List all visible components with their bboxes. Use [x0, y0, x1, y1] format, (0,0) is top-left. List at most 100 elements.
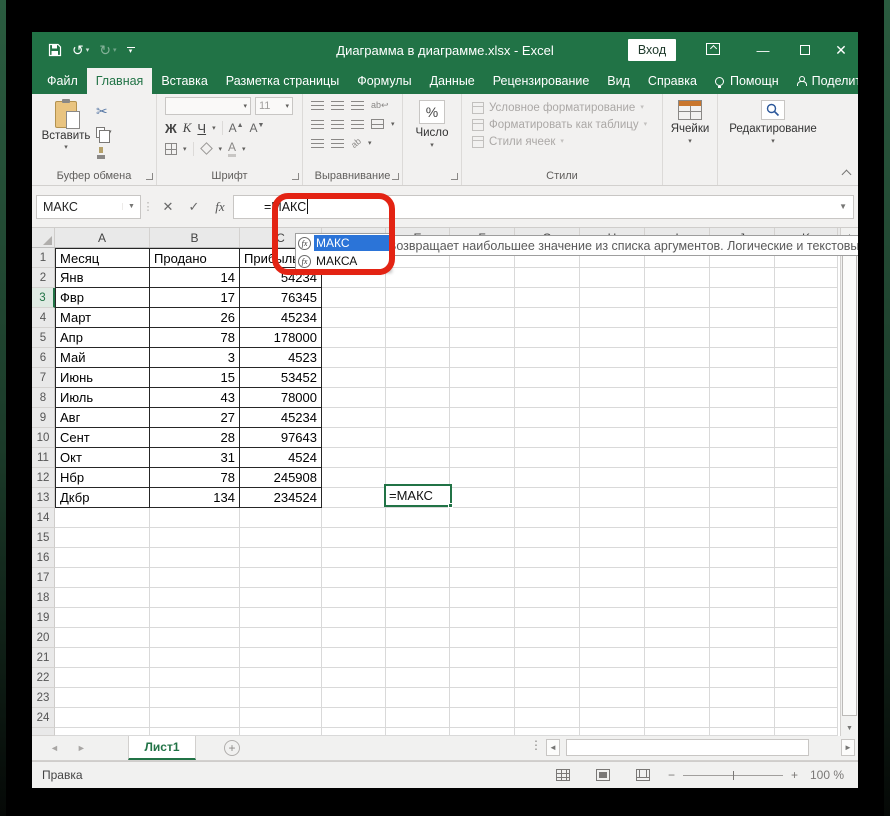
cell[interactable]	[450, 488, 515, 508]
cell[interactable]	[515, 468, 580, 488]
cell[interactable]	[322, 688, 386, 708]
cell[interactable]	[580, 568, 645, 588]
cell[interactable]	[150, 688, 240, 708]
cell[interactable]	[322, 628, 386, 648]
cell[interactable]	[645, 448, 710, 468]
cell[interactable]	[150, 548, 240, 568]
cell[interactable]	[515, 528, 580, 548]
page-layout-view-icon[interactable]	[596, 769, 610, 781]
row-header-16[interactable]: 16	[32, 548, 55, 568]
cell[interactable]	[775, 568, 838, 588]
cell[interactable]	[710, 628, 775, 648]
row-header-14[interactable]: 14	[32, 508, 55, 528]
cell[interactable]	[150, 628, 240, 648]
cell[interactable]	[450, 308, 515, 328]
cell[interactable]	[645, 408, 710, 428]
bold-button[interactable]: Ж	[165, 121, 177, 136]
cell[interactable]: 31	[150, 448, 240, 468]
cell[interactable]	[450, 548, 515, 568]
minimize-button[interactable]: —	[748, 32, 778, 68]
collapse-ribbon-icon[interactable]	[842, 169, 850, 177]
cell[interactable]	[710, 548, 775, 568]
add-sheet-button[interactable]: +	[224, 740, 240, 756]
cell[interactable]: Март	[55, 308, 150, 328]
cell[interactable]: 4523	[240, 348, 322, 368]
cell[interactable]: Апр	[55, 328, 150, 348]
cell[interactable]	[710, 368, 775, 388]
align-left-icon[interactable]	[311, 120, 324, 129]
cell[interactable]	[580, 428, 645, 448]
cell[interactable]	[386, 328, 450, 348]
row-header-23[interactable]: 23	[32, 688, 55, 708]
cell[interactable]	[580, 468, 645, 488]
cell[interactable]	[386, 508, 450, 528]
cell[interactable]	[775, 588, 838, 608]
tab-Помощн[interactable]: Помощн	[706, 68, 788, 94]
cell[interactable]	[645, 468, 710, 488]
cell[interactable]: Окт	[55, 448, 150, 468]
tab-Рецензирование[interactable]: Рецензирование	[484, 68, 599, 94]
chevron-down-icon[interactable]: ▾	[771, 138, 775, 145]
cell[interactable]: 134	[150, 488, 240, 508]
cell[interactable]	[775, 468, 838, 488]
cell[interactable]: 3	[150, 348, 240, 368]
cell[interactable]	[645, 648, 710, 668]
cell[interactable]	[240, 648, 322, 668]
align-center-icon[interactable]	[331, 120, 344, 129]
zoom-in-icon[interactable]: +	[791, 768, 798, 782]
cell[interactable]	[150, 728, 240, 736]
cell[interactable]	[645, 628, 710, 648]
font-name-combo[interactable]: ▾	[165, 97, 251, 115]
cell[interactable]	[386, 708, 450, 728]
cell[interactable]	[322, 348, 386, 368]
cell[interactable]	[515, 588, 580, 608]
cell[interactable]	[386, 428, 450, 448]
cell[interactable]	[515, 408, 580, 428]
row-header-8[interactable]: 8	[32, 388, 55, 408]
cell[interactable]	[386, 688, 450, 708]
dialog-launcher-icon[interactable]	[392, 173, 399, 180]
cell[interactable]: 26	[150, 308, 240, 328]
cell[interactable]	[645, 668, 710, 688]
cell[interactable]	[386, 448, 450, 468]
save-button[interactable]	[48, 43, 62, 57]
cell[interactable]	[645, 548, 710, 568]
cell[interactable]	[322, 548, 386, 568]
cell[interactable]	[515, 288, 580, 308]
cell[interactable]	[450, 348, 515, 368]
cell[interactable]	[515, 388, 580, 408]
cell[interactable]	[515, 268, 580, 288]
dialog-launcher-icon[interactable]	[292, 173, 299, 180]
cell[interactable]	[450, 568, 515, 588]
cell[interactable]	[240, 588, 322, 608]
cell[interactable]	[775, 348, 838, 368]
row-header-13[interactable]: 13	[32, 488, 55, 508]
cell[interactable]	[515, 508, 580, 528]
tab-Вид[interactable]: Вид	[598, 68, 639, 94]
tab-Вставка[interactable]: Вставка	[152, 68, 216, 94]
cell[interactable]	[645, 368, 710, 388]
cell[interactable]	[580, 408, 645, 428]
cell[interactable]	[240, 568, 322, 588]
cell[interactable]	[450, 508, 515, 528]
maximize-button[interactable]	[790, 32, 820, 68]
cell[interactable]	[580, 628, 645, 648]
row-header-3[interactable]: 3	[32, 288, 55, 308]
fill-color-icon[interactable]	[200, 142, 213, 155]
cell[interactable]	[710, 588, 775, 608]
scroll-right-icon[interactable]: ►	[841, 739, 855, 756]
page-break-view-icon[interactable]	[636, 769, 650, 781]
row-header-18[interactable]: 18	[32, 588, 55, 608]
cell[interactable]	[240, 548, 322, 568]
cell[interactable]	[580, 528, 645, 548]
cell[interactable]	[775, 668, 838, 688]
underline-button[interactable]: Ч	[197, 121, 206, 136]
cells-group-button-label[interactable]: Ячейки	[671, 123, 710, 135]
cell[interactable]	[580, 288, 645, 308]
redo-button[interactable]: ↻▾	[99, 43, 116, 57]
cell[interactable]	[645, 308, 710, 328]
cell[interactable]	[322, 648, 386, 668]
cell[interactable]	[55, 588, 150, 608]
cell[interactable]	[240, 688, 322, 708]
cell[interactable]	[322, 308, 386, 328]
